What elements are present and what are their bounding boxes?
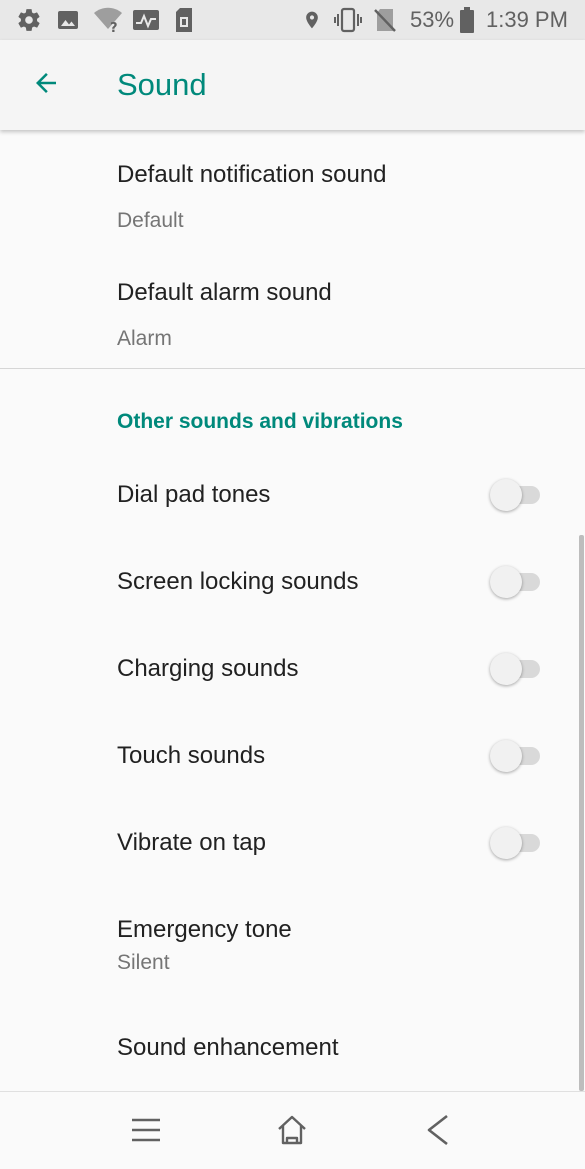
charging-sounds-switch[interactable] [490, 651, 542, 687]
default-alarm-sound-item[interactable]: Default alarm sound Alarm [0, 260, 585, 366]
item-title: Default notification sound [117, 161, 387, 188]
item-title: Dial pad tones [117, 481, 271, 508]
charging-sounds-item[interactable]: Charging sounds [0, 624, 585, 711]
activity-icon [132, 7, 160, 33]
back-button[interactable] [20, 62, 72, 108]
item-summary: Default [117, 209, 184, 232]
dial-pad-tones-item[interactable]: Dial pad tones [0, 450, 585, 537]
page-title: Sound [117, 67, 207, 102]
item-title: Emergency tone [117, 916, 292, 943]
navigation-bar [0, 1091, 585, 1169]
home-button[interactable] [270, 1110, 314, 1154]
scrollbar[interactable] [579, 535, 584, 1091]
battery-percent: 53% [410, 7, 455, 32]
wifi-unknown-icon: ? [93, 7, 123, 33]
status-bar: ? 53% 1:39 PM [0, 0, 585, 40]
sound-enhancement-item[interactable]: Sound enhancement [0, 991, 585, 1091]
item-title: Touch sounds [117, 742, 266, 769]
back-nav-button[interactable] [416, 1110, 460, 1154]
touch-sounds-item[interactable]: Touch sounds [0, 711, 585, 798]
arrow-left-icon [31, 68, 61, 103]
item-summary: Alarm [117, 327, 172, 350]
item-title: Sound enhancement [117, 1034, 339, 1061]
vibrate-on-tap-item[interactable]: Vibrate on tap [0, 798, 585, 885]
item-title: Vibrate on tap [117, 829, 267, 856]
no-sim-icon [373, 7, 397, 33]
default-notification-sound-item[interactable]: Default notification sound Default [0, 142, 585, 248]
menu-button[interactable] [124, 1110, 168, 1154]
sim-icon [174, 7, 194, 33]
settings-icon [16, 7, 42, 33]
battery-icon [460, 7, 474, 33]
home-icon [275, 1113, 309, 1152]
image-icon [56, 7, 80, 33]
item-summary: Silent [117, 951, 170, 974]
vibrate-on-tap-switch[interactable] [490, 825, 542, 861]
section-header: Other sounds and vibrations [117, 410, 403, 433]
svg-text:?: ? [110, 21, 118, 33]
app-bar: Sound [0, 40, 585, 130]
item-title: Screen locking sounds [117, 568, 359, 595]
divider [0, 368, 585, 369]
screen-locking-sounds-switch[interactable] [490, 564, 542, 600]
dial-pad-tones-switch[interactable] [490, 477, 542, 513]
emergency-tone-item[interactable]: Emergency tone Silent [0, 885, 585, 991]
back-icon [423, 1113, 453, 1152]
settings-list[interactable]: Default notification sound Default Defau… [0, 130, 585, 1091]
location-icon [302, 7, 322, 33]
item-title: Default alarm sound [117, 279, 332, 306]
vibrate-icon [333, 7, 363, 33]
screen-locking-sounds-item[interactable]: Screen locking sounds [0, 537, 585, 624]
touch-sounds-switch[interactable] [490, 738, 542, 774]
clock: 1:39 PM [486, 7, 568, 32]
item-title: Charging sounds [117, 655, 299, 682]
menu-icon [129, 1115, 163, 1150]
